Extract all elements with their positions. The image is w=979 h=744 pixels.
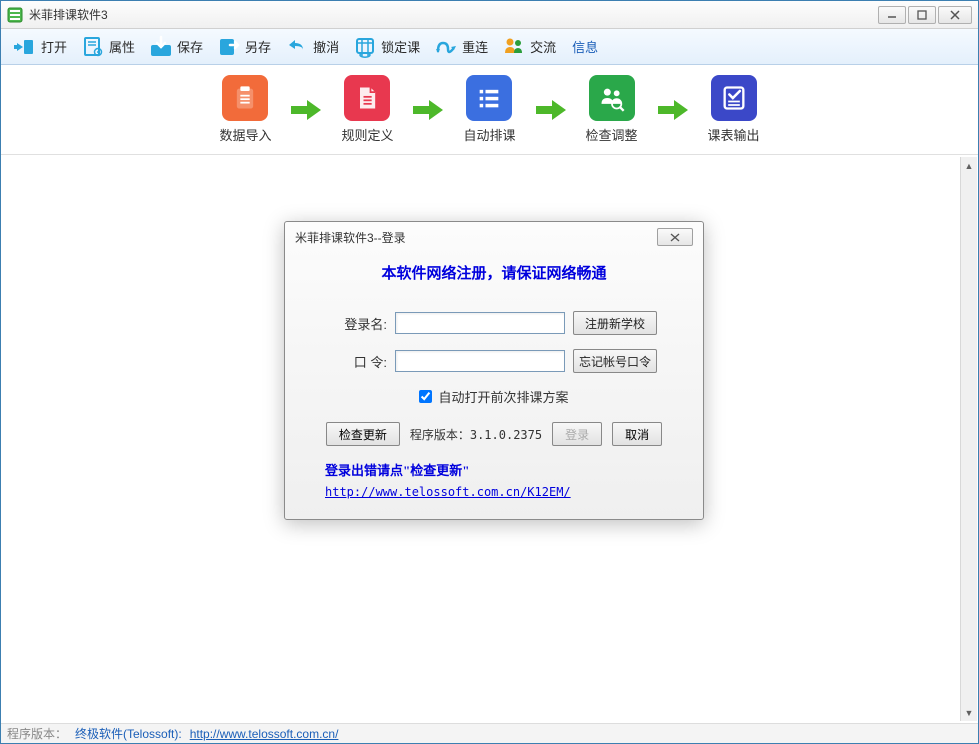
scroll-down-icon[interactable]: ▼ [961,704,977,721]
props-label: 属性 [109,37,135,56]
maximize-button[interactable] [908,6,936,24]
button-row: 检查更新 程序版本：3.1.0.2375 登录 取消 [305,422,683,446]
chat-button[interactable]: 交流 [496,32,562,62]
workflow-label: 数据导入 [219,125,271,144]
open-label: 打开 [41,37,67,56]
props-icon [81,35,105,59]
status-version-label: 程序版本： [7,725,67,742]
chat-label: 交流 [530,37,556,56]
password-row: 口 令: 忘记帐号口令 [305,349,683,373]
password-input[interactable] [395,350,565,372]
forgot-button[interactable]: 忘记帐号口令 [573,349,657,373]
lock-icon [353,35,377,59]
workflow-label: 规则定义 [341,125,393,144]
vertical-scrollbar[interactable]: ▲ ▼ [960,157,977,721]
chat-icon [502,35,526,59]
saveas-label: 另存 [245,37,271,56]
open-button[interactable]: 打开 [7,32,73,62]
workflow-step-rules[interactable]: 规则定义 [341,75,393,144]
dialog-heading: 本软件网络注册，请保证网络畅通 [305,262,683,283]
props-button[interactable]: 属性 [75,32,141,62]
save-label: 保存 [177,37,203,56]
workflow-step-export[interactable]: 课表输出 [708,75,760,144]
version-text: 程序版本：3.1.0.2375 [410,426,542,443]
titlebar: 米菲排课软件3 [1,1,978,29]
status-url-link[interactable]: http://www.telossoft.com.cn/ [190,727,339,741]
info-link[interactable]: 信息 [572,37,598,56]
workflow-label: 自动排课 [463,125,515,144]
login-button[interactable]: 登录 [552,422,602,446]
save-button[interactable]: 保存 [143,32,209,62]
dialog-title: 米菲排课软件3--登录 [295,229,657,246]
check-update-button[interactable]: 检查更新 [326,422,400,446]
username-row: 登录名: 注册新学校 [305,311,683,335]
reconnect-icon [434,35,458,59]
inspect-icon [589,75,635,121]
workflow-bar: 数据导入 规则定义 自动排课 检查调整 课表输出 [1,65,978,155]
workflow-label: 检查调整 [586,125,638,144]
cancel-button[interactable]: 取消 [612,422,662,446]
dialog-close-button[interactable] [657,228,693,246]
window-title: 米菲排课软件3 [29,6,878,23]
toolbar: 打开 属性 保存 另存 撤消 锁定课 重连 交流 信息 [1,29,978,65]
error-hint: 登录出错请点"检查更新" [325,460,683,479]
auto-open-checkbox[interactable] [419,390,432,403]
workflow-label: 课表输出 [708,125,760,144]
dialog-url-link[interactable]: http://www.telossoft.com.cn/K12EM/ [325,485,571,499]
workflow-step-import[interactable]: 数据导入 [219,75,271,144]
workflow-step-check[interactable]: 检查调整 [586,75,638,144]
lock-button[interactable]: 锁定课 [347,32,426,62]
arrow-icon [656,96,690,124]
login-dialog: 米菲排课软件3--登录 本软件网络注册，请保证网络畅通 登录名: 注册新学校 口… [284,221,704,520]
statusbar: 程序版本： 终极软件(Telossoft): http://www.teloss… [1,723,978,743]
auto-open-row: 自动打开前次排课方案 [305,387,683,406]
export-icon [711,75,757,121]
dialog-body: 本软件网络注册，请保证网络畅通 登录名: 注册新学校 口 令: 忘记帐号口令 自… [285,252,703,519]
arrow-icon [289,96,323,124]
save-icon [149,35,173,59]
workflow-step-auto[interactable]: 自动排课 [463,75,515,144]
undo-icon [285,35,309,59]
saveas-button[interactable]: 另存 [211,32,277,62]
scroll-up-icon[interactable]: ▲ [961,157,977,174]
scroll-thumb[interactable] [961,174,977,704]
arrow-icon [411,96,445,124]
username-label: 登录名: [331,314,387,333]
list-icon [466,75,512,121]
saveas-icon [217,35,241,59]
window-controls [878,6,972,24]
app-icon [7,7,23,23]
reconnect-button[interactable]: 重连 [428,32,494,62]
status-company: 终极软件(Telossoft): [75,725,182,742]
document-icon [344,75,390,121]
arrow-icon [534,96,568,124]
reconnect-label: 重连 [462,37,488,56]
close-button[interactable] [938,6,972,24]
undo-label: 撤消 [313,37,339,56]
undo-button[interactable]: 撤消 [279,32,345,62]
open-icon [13,35,37,59]
username-input[interactable] [395,312,565,334]
lock-label: 锁定课 [381,37,420,56]
auto-open-label: 自动打开前次排课方案 [438,387,568,406]
dialog-titlebar: 米菲排课软件3--登录 [285,222,703,252]
minimize-button[interactable] [878,6,906,24]
password-label: 口 令: [331,352,387,371]
register-button[interactable]: 注册新学校 [573,311,657,335]
clipboard-icon [222,75,268,121]
